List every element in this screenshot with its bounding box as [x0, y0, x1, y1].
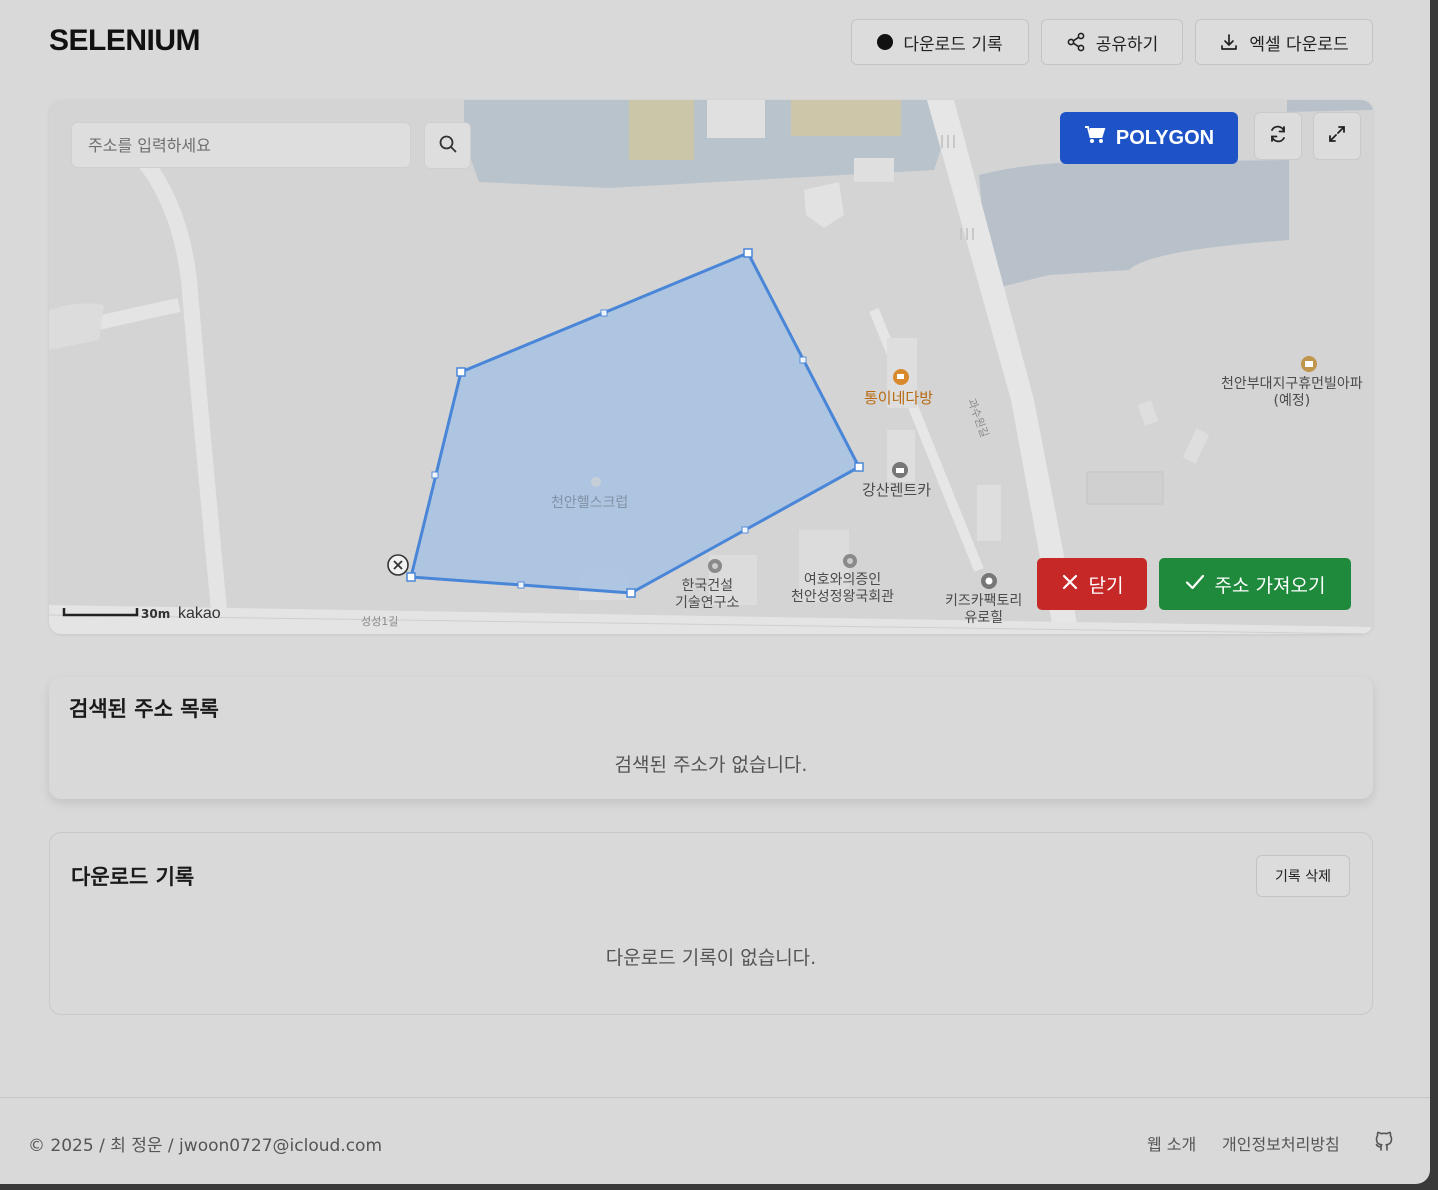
- privacy-link[interactable]: 개인정보처리방침: [1222, 1131, 1340, 1155]
- place-label-rentcar[interactable]: 강산렌트카: [862, 482, 931, 499]
- map-attribution[interactable]: kakao: [178, 605, 221, 623]
- check-icon: [1185, 573, 1205, 596]
- scale-label: 30m: [141, 607, 171, 621]
- hall-poi-icon: [843, 554, 857, 568]
- polygon-mode-button[interactable]: POLYGON: [1060, 112, 1238, 164]
- copyright-text: © 2025 / 최 정운 / jwoon0727@icloud.com: [28, 1136, 382, 1156]
- github-icon[interactable]: [1374, 1130, 1394, 1156]
- rentcar-poi-icon: [892, 462, 908, 478]
- place-label-kids[interactable]: 키즈카팩토리 유로힐: [945, 593, 1022, 627]
- road-label-bottom: 성성1길: [361, 615, 399, 628]
- cart-icon: [1084, 125, 1106, 151]
- close-icon: [1061, 573, 1079, 596]
- download-history-title: 다운로드 기록: [71, 865, 195, 889]
- close-polygon-button[interactable]: 닫기: [1037, 558, 1147, 610]
- delete-history-button[interactable]: 기록 삭제: [1256, 855, 1350, 897]
- address-list-title: 검색된 주소 목록: [69, 697, 219, 721]
- app-logo[interactable]: SELENIUM: [49, 24, 201, 58]
- remove-vertex-icon: [387, 554, 409, 576]
- address-list-empty: 검색된 주소가 없습니다.: [614, 754, 808, 776]
- place-label-institute[interactable]: 한국건설 기술연구소: [675, 578, 739, 612]
- apartment-poi-icon: [1301, 356, 1317, 372]
- footer: © 2025 / 최 정운 / jwoon0727@icloud.com 웹 소…: [0, 1097, 1430, 1184]
- expand-icon: [1327, 124, 1347, 148]
- about-link[interactable]: 웹 소개: [1147, 1131, 1196, 1155]
- institute-poi-icon: [708, 559, 722, 573]
- address-list-card: 검색된 주소 목록 검색된 주소가 없습니다.: [49, 677, 1373, 799]
- search-button[interactable]: [424, 122, 471, 169]
- download-history-empty: 다운로드 기록이 없습니다.: [605, 947, 817, 969]
- fullscreen-button[interactable]: [1313, 112, 1361, 160]
- download-history-card: 다운로드 기록 기록 삭제 다운로드 기록이 없습니다.: [49, 832, 1373, 1015]
- share-icon: [1066, 32, 1086, 52]
- excel-download-button[interactable]: 엑셀 다운로드: [1195, 19, 1373, 65]
- download-icon: [1219, 32, 1239, 52]
- cafe-poi-icon: [893, 369, 909, 385]
- place-label-cafe[interactable]: 통이네다방: [864, 390, 933, 407]
- place-label-apartment[interactable]: 천안부대지구휴먼빌아파 (예정): [1221, 376, 1363, 410]
- address-search-input[interactable]: [71, 122, 411, 168]
- place-label-hall[interactable]: 여호와의증인 천안성정왕국회관: [791, 572, 894, 606]
- refresh-button[interactable]: [1254, 112, 1302, 160]
- record-dot-icon: [877, 34, 894, 50]
- map-view[interactable]: 천안헬스크럽 통이네다방 강산렌트카 천안부대지구휴먼빌아파 (예정) 한국건설…: [49, 100, 1373, 634]
- import-addresses-button[interactable]: 주소 가져오기: [1159, 558, 1351, 610]
- download-history-button[interactable]: 다운로드 기록: [851, 19, 1029, 65]
- refresh-icon: [1267, 123, 1289, 149]
- map-canvas[interactable]: [49, 100, 1373, 634]
- place-label-gym[interactable]: 천안헬스크럽: [551, 495, 628, 512]
- share-button[interactable]: 공유하기: [1041, 19, 1183, 65]
- search-icon: [438, 134, 458, 158]
- app-window: SELENIUM 다운로드 기록 공유하기 엑셀 다운로드 천안헬스크럽 통이네…: [0, 0, 1430, 1184]
- kids-poi-icon: [981, 573, 997, 589]
